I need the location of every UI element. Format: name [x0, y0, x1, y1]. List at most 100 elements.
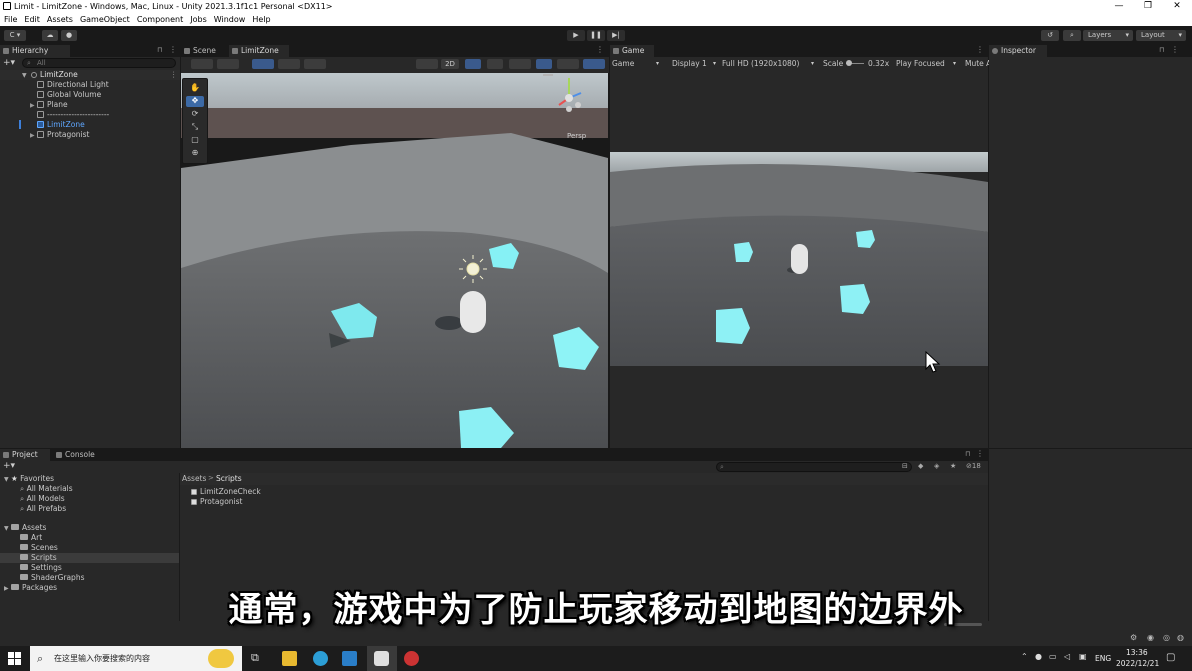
favorite-star-icon[interactable]: ★	[950, 462, 956, 470]
filter-label-icon[interactable]: ◆	[918, 462, 923, 470]
kebab-menu-icon[interactable]: ⋮	[1171, 45, 1179, 54]
collapse-arrow-icon[interactable]: ▶	[30, 102, 35, 109]
overlay-menu-icon[interactable]	[543, 74, 553, 76]
unity-taskbar-icon[interactable]	[374, 651, 389, 666]
tab-game[interactable]: Game	[610, 45, 654, 57]
2d-toggle[interactable]: 2D	[441, 59, 459, 69]
folder-art[interactable]: Art	[20, 533, 42, 543]
tab-project[interactable]: Project	[0, 449, 50, 461]
kebab-menu-icon[interactable]: ⋮	[169, 45, 177, 54]
folder-scripts[interactable]: Scripts	[20, 553, 57, 563]
folder-settings[interactable]: Settings	[20, 563, 62, 573]
breadcrumb-scripts[interactable]: Scripts	[216, 474, 242, 483]
game-viewport[interactable]	[610, 70, 988, 448]
create-icon[interactable]: +▾	[3, 461, 15, 471]
hierarchy-item-limitzone[interactable]: LimitZone	[37, 120, 85, 130]
project-search-input[interactable]: ⌕	[716, 462, 912, 472]
windows-start-icon[interactable]	[8, 652, 21, 665]
close-button[interactable]: ✕	[1166, 0, 1188, 13]
tab-limitzone[interactable]: LimitZone	[229, 45, 289, 57]
gizmos-dropdown[interactable]	[583, 59, 605, 69]
display-dropdown[interactable]: Display 1	[672, 57, 707, 70]
hierarchy-item-directional-light[interactable]: Directional Light	[37, 80, 109, 90]
expand-arrow-icon[interactable]: ▼	[22, 72, 27, 79]
menu-edit[interactable]: Edit	[24, 15, 40, 24]
taskbar-search-input[interactable]: ⌕ 在这里输入你要搜索的内容	[30, 646, 242, 671]
move-tool-icon[interactable]: ✥	[186, 96, 204, 107]
bug-icon[interactable]: ⚙	[1130, 633, 1137, 642]
show-hidden-icons[interactable]: ⌃	[1021, 652, 1028, 661]
align-button[interactable]	[304, 59, 326, 69]
vscode-icon[interactable]	[342, 651, 357, 666]
restore-button[interactable]: ❐	[1137, 0, 1159, 13]
task-view-icon[interactable]: ⧉	[251, 651, 259, 665]
scale-tool-icon[interactable]: ⤡	[186, 122, 204, 133]
clock-date[interactable]: 2022/12/21	[1116, 659, 1159, 668]
step-button[interactable]: ▶|	[607, 30, 625, 41]
history-icon[interactable]: ↺	[1041, 30, 1059, 41]
scene-root-row[interactable]: ▼ LimitZone ⋮	[0, 70, 180, 80]
mute-audio-toggle[interactable]: Mute A	[965, 57, 991, 70]
favorites-header[interactable]: ▼ ★ Favorites	[4, 474, 54, 484]
collapse-arrow-icon[interactable]: ▶	[30, 132, 35, 139]
file-protagonist[interactable]: Protagonist	[191, 497, 242, 507]
transform-tool-icon[interactable]: ⊕	[186, 148, 204, 159]
shading-mode-dropdown[interactable]	[416, 59, 438, 69]
resolution-dropdown[interactable]: Full HD (1920x1080)	[722, 57, 799, 70]
hierarchy-search-input[interactable]: ⌕ All	[22, 58, 176, 68]
hidden-packages-toggle[interactable]: ⊘18	[966, 462, 981, 470]
hidden-objects-icon[interactable]	[536, 59, 552, 69]
tab-console[interactable]: Console	[53, 449, 105, 461]
pause-button[interactable]: ❚❚	[587, 30, 605, 41]
cloud-icon[interactable]: ☁	[42, 30, 58, 41]
menu-file[interactable]: File	[4, 15, 17, 24]
file-explorer-icon[interactable]	[282, 651, 297, 666]
network-icon[interactable]: ▣	[1079, 652, 1087, 661]
favorite-all-prefabs[interactable]: ⌕ All Prefabs	[20, 504, 66, 514]
hierarchy-item-plane[interactable]: ▶ Plane	[30, 100, 68, 110]
search-icon[interactable]: ⌕	[1063, 30, 1081, 41]
effects-dropdown[interactable]	[509, 59, 531, 69]
layers-dropdown[interactable]: Layers ▾	[1083, 30, 1133, 41]
tab-inspector[interactable]: Inspector	[989, 45, 1047, 57]
rect-tool-icon[interactable]: ▢	[186, 135, 204, 146]
grid-snap-button[interactable]	[252, 59, 274, 69]
notification-icon[interactable]: ◍	[1177, 633, 1184, 642]
play-button[interactable]: ▶	[567, 30, 585, 41]
file-limitzonecheck[interactable]: LimitZoneCheck	[191, 487, 261, 497]
edge-browser-icon[interactable]	[313, 651, 328, 666]
battery-icon[interactable]: ▭	[1049, 652, 1057, 661]
clock-time[interactable]: 13:36	[1126, 648, 1148, 657]
game-mode-dropdown[interactable]: Game	[612, 57, 634, 70]
layout-dropdown[interactable]: Layout ▾	[1136, 30, 1186, 41]
scale-slider-handle[interactable]	[846, 60, 852, 66]
filter-type-icon[interactable]: ⊟	[902, 462, 908, 470]
lock-icon[interactable]: ⊓	[1159, 46, 1164, 54]
tab-hierarchy[interactable]: Hierarchy	[0, 45, 70, 57]
play-focused-dropdown[interactable]: Play Focused	[896, 57, 945, 70]
recorder-icon[interactable]	[404, 651, 419, 666]
camera-dropdown[interactable]	[557, 59, 579, 69]
lock-icon[interactable]: ⊓	[965, 450, 970, 458]
collab-icon[interactable]: ●	[61, 30, 77, 41]
notification-center-icon[interactable]: ▢	[1166, 652, 1175, 663]
scene-viewport[interactable]: Persp ✋ ✥ ⟳ ⤡ ▢ ⊕	[181, 73, 608, 448]
volume-icon[interactable]: ◁	[1064, 652, 1070, 661]
minimize-button[interactable]: —	[1108, 0, 1130, 13]
audio-toggle-icon[interactable]	[487, 59, 503, 69]
hand-tool-icon[interactable]: ✋	[186, 83, 204, 94]
increment-snap-button[interactable]	[278, 59, 300, 69]
hierarchy-item-global-volume[interactable]: Global Volume	[37, 90, 101, 100]
collab-status-icon[interactable]: ◎	[1163, 633, 1170, 642]
favorite-all-materials[interactable]: ⌕ All Materials	[20, 484, 73, 494]
account-button[interactable]: C ▾	[4, 30, 26, 41]
menu-window[interactable]: Window	[214, 15, 246, 24]
game-menu-icon[interactable]: ⋮	[976, 45, 984, 54]
menu-help[interactable]: Help	[252, 15, 270, 24]
tag-icon[interactable]: ◈	[934, 462, 939, 470]
hierarchy-item-protagonist[interactable]: ▶ Protagonist	[30, 130, 90, 140]
scene-menu-icon[interactable]: ⋮	[596, 45, 604, 54]
lighting-toggle-icon[interactable]	[465, 59, 481, 69]
rotate-tool-icon[interactable]: ⟳	[186, 109, 204, 120]
folder-scenes[interactable]: Scenes	[20, 543, 58, 553]
